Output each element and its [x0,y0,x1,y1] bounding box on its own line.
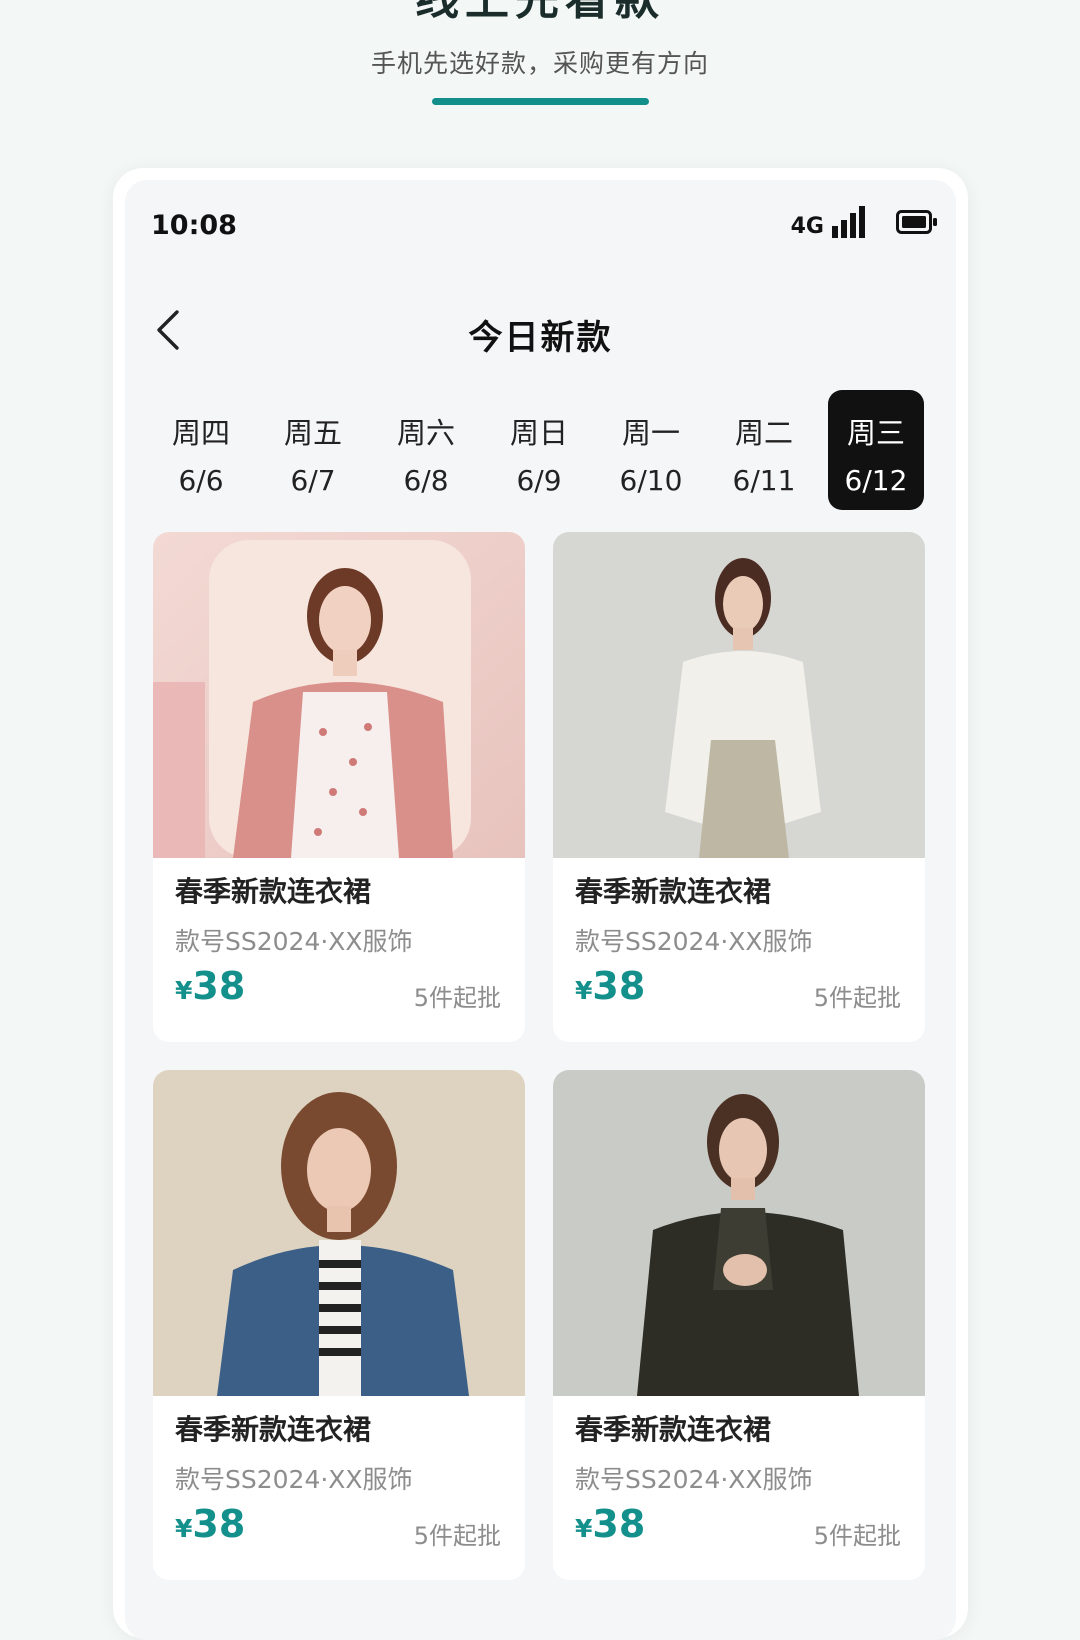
min-order-label: 5件起批 [413,1522,501,1550]
product-price: ¥38 [575,964,645,1008]
day-date: 6/9 [516,464,562,497]
status-time: 10:08 [151,210,237,241]
product-sku: 款号SS2024·XX服饰 [175,927,413,956]
phone-screen: 10:08 4G 今日新款 周四 6/6 周五 6/7 周六 6/8 周日 6/… [125,180,956,1640]
day-weekday: 周三 [846,416,905,450]
currency-symbol: ¥ [175,1514,193,1543]
product-name: 春季新款连衣裙 [175,1413,372,1446]
product-name: 春季新款连衣裙 [175,875,372,908]
battery-icon [896,210,937,234]
price-value: 38 [192,964,246,1008]
phone-frame: 10:08 4G 今日新款 周四 6/6 周五 6/7 周六 6/8 周日 6/… [113,168,968,1640]
hero-accent-bar [432,98,649,105]
product-sku: 款号SS2024·XX服饰 [575,927,813,956]
day-tab[interactable]: 周五 6/7 [265,390,361,510]
network-label: 4G [790,214,824,239]
product-sku: 款号SS2024·XX服饰 [175,1465,413,1494]
denim-jacket-photo [153,1070,525,1396]
day-weekday: 周六 [396,416,455,450]
day-date: 6/8 [403,464,449,497]
price-value: 38 [592,964,646,1008]
day-date: 6/11 [732,464,796,497]
product-card[interactable]: 春季新款连衣裙 款号SS2024·XX服饰 ¥38 5件起批 [553,1070,925,1580]
day-tab[interactable]: 周二 6/11 [716,390,812,510]
product-card[interactable]: 春季新款连衣裙 款号SS2024·XX服饰 ¥38 5件起批 [153,1070,525,1580]
hero-title: 线上先看款 [0,0,1080,22]
product-card[interactable]: 春季新款连衣裙 款号SS2024·XX服饰 ¥38 5件起批 [553,532,925,1042]
day-tab[interactable]: 周四 6/6 [153,390,249,510]
pink-cardigan-photo [153,532,525,858]
day-tab[interactable]: 周一 6/10 [603,390,699,510]
currency-symbol: ¥ [175,976,193,1005]
product-name: 春季新款连衣裙 [575,875,772,908]
min-order-label: 5件起批 [813,984,901,1012]
day-weekday: 周一 [621,416,680,450]
product-card[interactable]: 春季新款连衣裙 款号SS2024·XX服饰 ¥38 5件起批 [153,532,525,1042]
product-name: 春季新款连衣裙 [575,1413,772,1446]
price-value: 38 [192,1502,246,1546]
day-weekday: 周四 [171,416,230,450]
signal-icon [832,206,865,238]
day-weekday: 周五 [283,416,342,450]
currency-symbol: ¥ [575,1514,593,1543]
currency-symbol: ¥ [575,976,593,1005]
day-weekday: 周日 [509,416,568,450]
day-tab[interactable]: 周日 6/9 [491,390,587,510]
day-weekday: 周二 [734,416,793,450]
day-date: 6/10 [619,464,683,497]
min-order-label: 5件起批 [413,984,501,1012]
min-order-label: 5件起批 [813,1522,901,1550]
status-icons: 4G [738,202,938,242]
product-price: ¥38 [575,1502,645,1546]
product-price: ¥38 [175,1502,245,1546]
day-date: 6/12 [844,464,908,497]
page-title: 今日新款 [468,318,613,358]
price-value: 38 [592,1502,646,1546]
product-price: ¥38 [175,964,245,1008]
date-tabs: 周四 6/6 周五 6/7 周六 6/8 周日 6/9 周一 6/10 周二 6… [153,390,933,512]
hero-subtitle: 手机先选好款，采购更有方向 [370,49,709,78]
day-tab-selected[interactable]: 周三 6/12 [828,390,924,510]
product-sku: 款号SS2024·XX服饰 [575,1465,813,1494]
leather-jacket-photo [553,1070,925,1396]
day-tab[interactable]: 周六 6/8 [378,390,474,510]
day-date: 6/6 [178,464,224,497]
white-blouse-photo [553,532,925,858]
day-date: 6/7 [290,464,336,497]
